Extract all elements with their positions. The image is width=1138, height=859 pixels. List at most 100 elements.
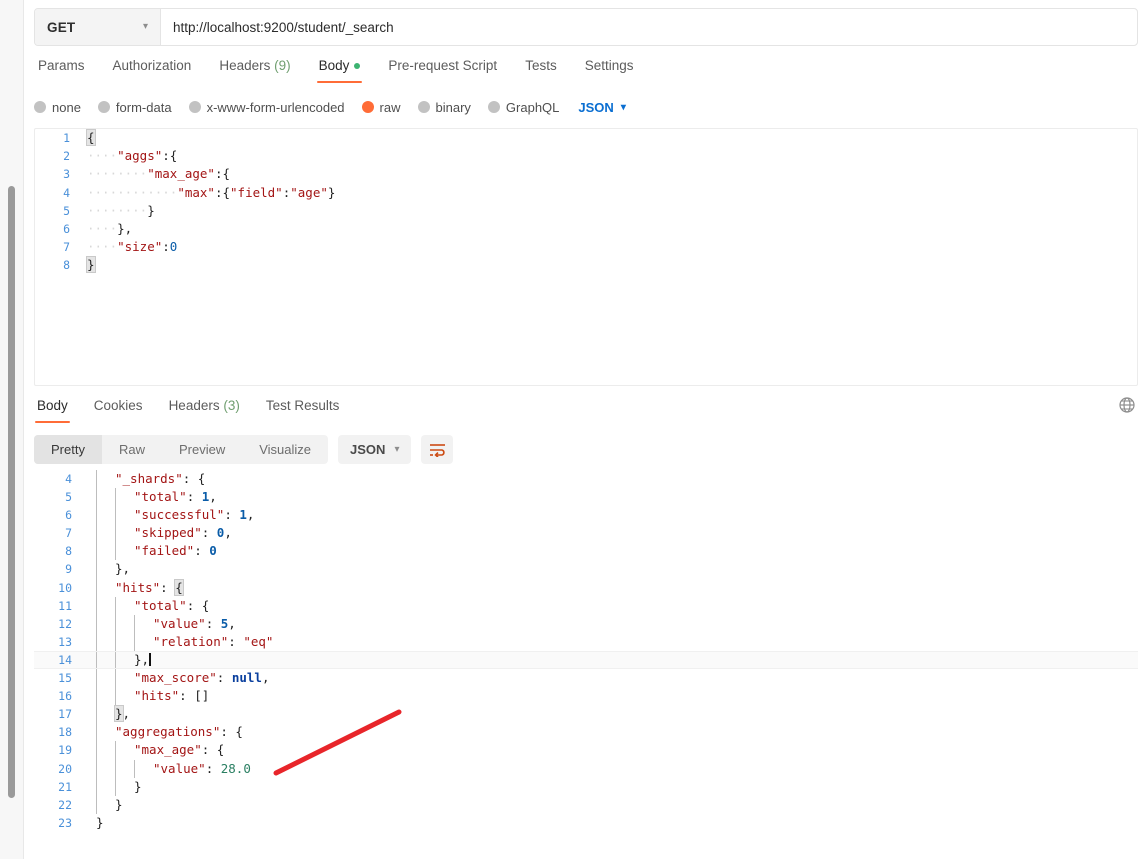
line-number: 7 [65, 526, 72, 541]
body-type-x-www-form-urlencoded[interactable]: x-www-form-urlencoded [188, 100, 345, 115]
code-token: ···· [87, 220, 118, 236]
http-method-select[interactable]: GET ▾ [35, 9, 161, 45]
request-tab-authorization[interactable]: Authorization [99, 56, 206, 83]
indent-guide [96, 506, 97, 525]
code-token: 1 [239, 507, 247, 523]
indent-guide [96, 542, 97, 561]
request-tab-body[interactable]: Body [305, 56, 375, 83]
response-code-line: 16 "hits": [] [34, 687, 1138, 706]
code-text: ····}, [79, 220, 132, 238]
outer-scrollbar-rail[interactable] [0, 0, 24, 859]
code-token: 0 [169, 239, 178, 255]
request-tab-headers[interactable]: Headers (9) [205, 56, 304, 83]
outer-scrollbar-thumb[interactable] [8, 186, 15, 798]
code-token: ···· [87, 239, 118, 255]
request-body-editor[interactable]: 1{2 ····"aggs":{3 ········"max_age":{4 ····… [34, 128, 1138, 386]
indent-guide [96, 614, 97, 633]
radio-icon [188, 101, 201, 113]
word-wrap-toggle-button[interactable] [421, 435, 454, 464]
response-view-raw[interactable]: Raw [102, 435, 162, 464]
code-token: ···· [117, 166, 148, 182]
code-token: } [86, 256, 96, 274]
chevron-down-icon: ▾ [394, 444, 400, 455]
request-code-line: 8} [35, 256, 1137, 274]
response-view-label: Preview [178, 442, 226, 457]
code-token: : [224, 507, 240, 523]
response-code-line: 15 "max_score": null, [34, 669, 1138, 688]
request-tab-params[interactable]: Params [34, 56, 99, 83]
request-code-line: 6 ····}, [35, 220, 1137, 238]
line-number: 15 [58, 671, 72, 686]
response-tab-label: Cookies [93, 398, 143, 413]
chevron-down-icon: ▾ [620, 101, 626, 113]
code-token: : { [201, 742, 225, 758]
body-type-form-data[interactable]: form-data [97, 100, 172, 115]
code-token: : [205, 760, 221, 776]
code-text: "hits": { [82, 578, 184, 597]
code-text: "relation": "eq" [82, 633, 273, 651]
indent-guide [96, 488, 97, 507]
line-number: 3 [63, 167, 70, 182]
response-tab-test-results[interactable]: Test Results [253, 396, 353, 423]
line-number: 8 [65, 544, 72, 559]
request-response-pane: GET ▾ http://localhost:9200/student/_sea… [24, 0, 1138, 859]
code-token: } [134, 778, 142, 794]
body-type-graphql[interactable]: GraphQL [487, 99, 560, 115]
response-format-select[interactable]: JSON ▾ [338, 435, 412, 464]
code-text: } [82, 814, 104, 832]
code-text: "total": 1, [82, 488, 217, 506]
indent-guide [115, 488, 116, 507]
request-tab-settings[interactable]: Settings [571, 56, 648, 83]
response-tab-cookies[interactable]: Cookies [81, 396, 156, 423]
indent-guide [96, 651, 97, 669]
globe-icon[interactable] [1118, 396, 1136, 414]
body-modified-dot-icon [354, 63, 361, 70]
radio-icon [487, 101, 500, 113]
request-code-line: 3 ········"max_age":{ [35, 165, 1137, 183]
indent-guide [96, 687, 97, 706]
request-tab-label: Params [38, 58, 85, 73]
indent-guide [115, 632, 116, 651]
request-tab-label: Tests [525, 58, 557, 73]
response-view-visualize[interactable]: Visualize [242, 435, 328, 464]
code-token: :{ [214, 184, 231, 200]
response-code-line: 18 "aggregations": { [34, 723, 1138, 742]
indent-guide [96, 470, 97, 489]
response-tab-body[interactable]: Body [34, 396, 81, 423]
body-type-binary[interactable]: binary [417, 100, 471, 115]
body-type-none[interactable]: none [34, 100, 81, 115]
code-token: ···· [117, 202, 148, 218]
response-format-label: JSON [350, 442, 386, 457]
code-text: "successful": 1, [82, 506, 254, 524]
code-text: "_shards": { [82, 470, 205, 488]
response-code-line: 11 "total": { [34, 596, 1138, 615]
line-number: 17 [58, 707, 72, 722]
url-input[interactable]: http://localhost:9200/student/_search [161, 9, 1137, 45]
indent-guide [115, 596, 116, 615]
raw-format-select[interactable]: JSON ▾ [578, 100, 625, 115]
code-text: } [82, 778, 142, 796]
code-token: } [147, 202, 155, 218]
code-token: : [205, 615, 221, 631]
indent-guide [115, 741, 116, 760]
response-code-line: 22} [34, 795, 1138, 814]
response-code-line: 9}, [34, 560, 1138, 579]
response-view-preview[interactable]: Preview [162, 435, 242, 464]
request-tab-tests[interactable]: Tests [511, 56, 571, 83]
code-text: "total": { [82, 597, 209, 615]
body-type-label: raw [379, 99, 401, 115]
line-number: 1 [63, 131, 70, 145]
raw-format-label: JSON [578, 99, 614, 115]
response-body-viewer[interactable]: 4 "_shards": {5 "total": 1, 6 "successful": … [34, 470, 1138, 859]
response-view-pretty[interactable]: Pretty [34, 435, 102, 464]
response-tab-headers[interactable]: Headers (3) [156, 396, 253, 423]
line-number: 23 [58, 815, 72, 830]
request-tab-pre-request-script[interactable]: Pre-request Script [374, 56, 511, 83]
response-view-label: Raw [118, 442, 145, 457]
indent-guide [115, 759, 116, 778]
indent-guide [96, 759, 97, 778]
body-type-raw[interactable]: raw [361, 99, 401, 115]
body-type-label: GraphQL [505, 99, 560, 115]
line-number: 2 [63, 149, 70, 164]
line-number: 22 [58, 797, 72, 812]
